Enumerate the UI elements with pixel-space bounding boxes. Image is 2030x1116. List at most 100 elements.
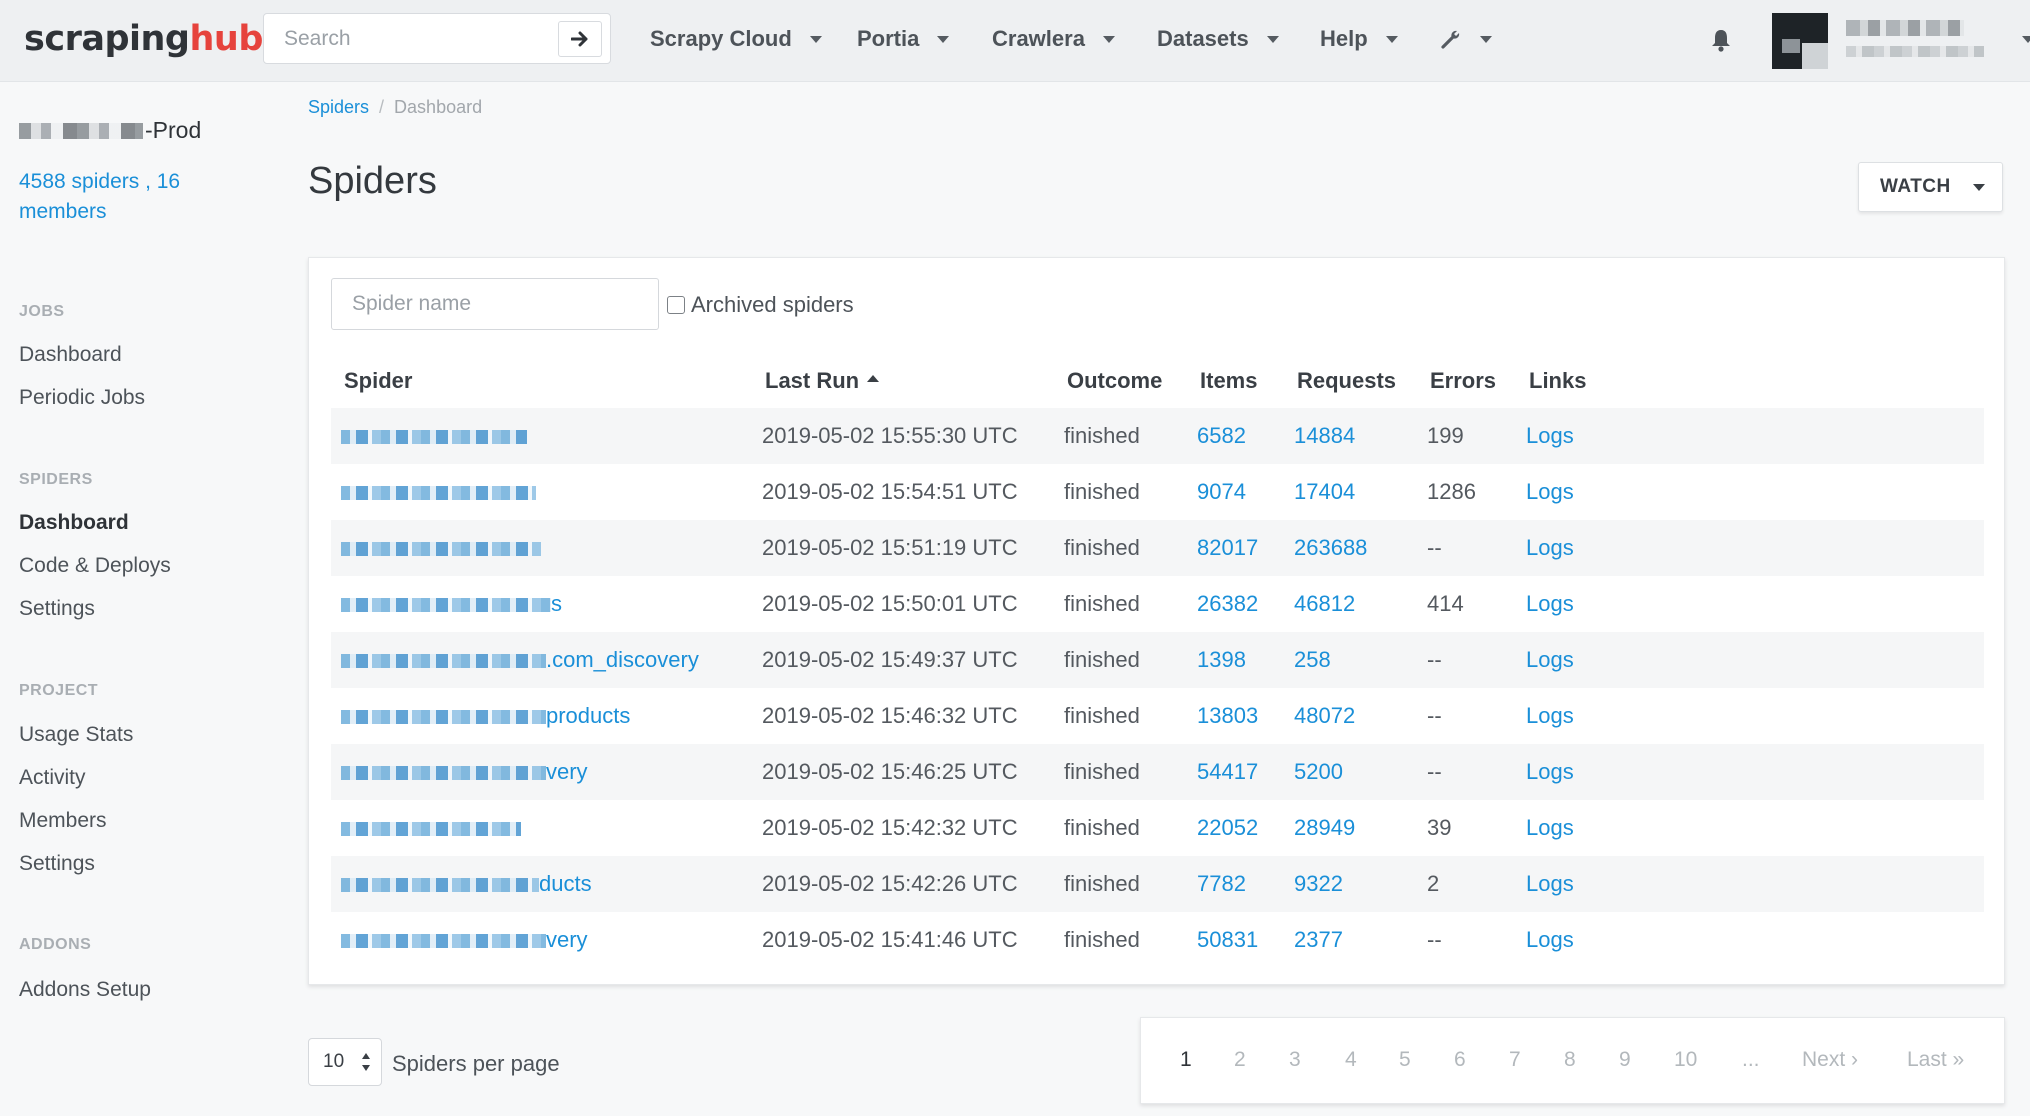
sidebar-item-jobs-dashboard[interactable]: Dashboard <box>19 343 122 367</box>
spider-name-link[interactable]: very <box>341 927 588 953</box>
items-link[interactable]: 9074 <box>1197 479 1246 505</box>
page-2[interactable]: 2 <box>1234 1048 1246 1072</box>
items-link[interactable]: 1398 <box>1197 647 1246 673</box>
errors-cell: 199 <box>1427 423 1464 448</box>
column-header-errors[interactable]: Errors <box>1430 368 1496 394</box>
page-8[interactable]: 8 <box>1564 1048 1576 1072</box>
archived-spiders-toggle[interactable]: Archived spiders <box>667 292 854 318</box>
logs-link[interactable]: Logs <box>1526 759 1574 785</box>
spider-name-filter-input[interactable] <box>331 278 659 330</box>
logs-link[interactable]: Logs <box>1526 535 1574 561</box>
sidebar-item-addons-setup[interactable]: Addons Setup <box>19 978 151 1002</box>
page-7[interactable]: 7 <box>1509 1048 1521 1072</box>
notifications-button[interactable] <box>1710 28 1732 57</box>
logs-link[interactable]: Logs <box>1526 479 1574 505</box>
nav-help[interactable]: Help <box>1320 26 1398 52</box>
items-link[interactable]: 50831 <box>1197 927 1258 953</box>
spider-name-redacted <box>341 878 539 893</box>
user-menu-caret-icon[interactable] <box>2022 36 2030 43</box>
spider-name-link[interactable]: s <box>341 591 562 617</box>
column-header-last-run[interactable]: Last Run <box>765 368 880 394</box>
watch-button[interactable]: WATCH <box>1858 162 2003 212</box>
logs-link[interactable]: Logs <box>1526 703 1574 729</box>
requests-link[interactable]: 9322 <box>1294 871 1343 897</box>
sidebar-item-usage-stats[interactable]: Usage Stats <box>19 723 133 747</box>
page-1[interactable]: 1 <box>1180 1048 1192 1072</box>
items-link[interactable]: 82017 <box>1197 535 1258 561</box>
org-summary-link[interactable]: 4588 spiders , 16 members <box>19 167 239 227</box>
spider-name-link[interactable]: products <box>341 703 630 729</box>
spider-name-link[interactable]: very <box>341 759 588 785</box>
sidebar-item-project-settings[interactable]: Settings <box>19 852 95 876</box>
logs-link[interactable]: Logs <box>1526 927 1574 953</box>
logs-link[interactable]: Logs <box>1526 871 1574 897</box>
sidebar-item-spiders-dashboard[interactable]: Dashboard <box>19 511 129 535</box>
page-6[interactable]: 6 <box>1454 1048 1466 1072</box>
column-header-outcome[interactable]: Outcome <box>1067 368 1162 394</box>
logs-link[interactable]: Logs <box>1526 815 1574 841</box>
items-link[interactable]: 7782 <box>1197 871 1246 897</box>
requests-link[interactable]: 2377 <box>1294 927 1343 953</box>
last-page-link[interactable]: Last » <box>1907 1048 1964 1072</box>
items-link[interactable]: 22052 <box>1197 815 1258 841</box>
page-9[interactable]: 9 <box>1619 1048 1631 1072</box>
column-header-items[interactable]: Items <box>1200 368 1257 394</box>
sidebar-item-code-deploys[interactable]: Code & Deploys <box>19 554 171 578</box>
sidebar-heading-spiders: SPIDERS <box>19 471 93 488</box>
search-submit-button[interactable] <box>558 21 602 57</box>
page-10[interactable]: 10 <box>1674 1048 1697 1072</box>
requests-link[interactable]: 14884 <box>1294 423 1355 449</box>
nav-datasets[interactable]: Datasets <box>1157 26 1279 52</box>
logs-link[interactable]: Logs <box>1526 591 1574 617</box>
requests-link[interactable]: 258 <box>1294 647 1331 673</box>
requests-link[interactable]: 46812 <box>1294 591 1355 617</box>
outcome-cell: finished <box>1064 647 1140 672</box>
sidebar-item-activity[interactable]: Activity <box>19 766 86 790</box>
sort-ascending-icon <box>867 375 880 382</box>
requests-link[interactable]: 5200 <box>1294 759 1343 785</box>
archived-spiders-label: Archived spiders <box>691 292 854 317</box>
requests-link[interactable]: 48072 <box>1294 703 1355 729</box>
sidebar-item-members[interactable]: Members <box>19 809 107 833</box>
sidebar-item-periodic-jobs[interactable]: Periodic Jobs <box>19 386 145 410</box>
bell-icon <box>1712 30 1730 52</box>
spider-name-link[interactable] <box>341 423 527 449</box>
items-link[interactable]: 26382 <box>1197 591 1258 617</box>
column-header-label: Last Run <box>765 368 860 393</box>
logs-link[interactable]: Logs <box>1526 423 1574 449</box>
spider-name-link[interactable]: ducts <box>341 871 592 897</box>
caret-down-icon <box>1972 183 1985 191</box>
scrapinghub-logo[interactable]: scrapinghub <box>24 19 263 59</box>
wrench-icon <box>1441 30 1460 49</box>
nav-scrapy-cloud[interactable]: Scrapy Cloud <box>650 26 822 52</box>
user-avatar[interactable] <box>1772 13 1828 69</box>
nav-portia[interactable]: Portia <box>857 26 950 52</box>
page-4[interactable]: 4 <box>1345 1048 1357 1072</box>
items-link[interactable]: 6582 <box>1197 423 1246 449</box>
items-link[interactable]: 13803 <box>1197 703 1258 729</box>
caret-down-icon <box>809 35 822 43</box>
sidebar-item-spider-settings[interactable]: Settings <box>19 597 95 621</box>
spider-name-link[interactable] <box>341 535 541 561</box>
per-page-select[interactable]: 10 <box>308 1038 382 1086</box>
spider-name-link[interactable] <box>341 479 536 505</box>
next-page-link[interactable]: Next › <box>1802 1048 1858 1072</box>
column-header-requests[interactable]: Requests <box>1297 368 1396 394</box>
spider-name-link[interactable] <box>341 815 521 841</box>
requests-link[interactable]: 28949 <box>1294 815 1355 841</box>
page-5[interactable]: 5 <box>1399 1048 1411 1072</box>
per-page-label: Spiders per page <box>392 1051 560 1076</box>
page-3[interactable]: 3 <box>1289 1048 1301 1072</box>
logs-link[interactable]: Logs <box>1526 647 1574 673</box>
items-link[interactable]: 54417 <box>1197 759 1258 785</box>
column-header-spider[interactable]: Spider <box>344 368 412 394</box>
nav-tools[interactable] <box>1440 28 1492 50</box>
logo-text-part2: hub <box>189 19 263 59</box>
nav-crawlera[interactable]: Crawlera <box>992 26 1115 52</box>
spider-name-link[interactable]: .com_discovery <box>341 647 699 673</box>
requests-link[interactable]: 17404 <box>1294 479 1355 505</box>
search-input[interactable] <box>264 14 556 63</box>
breadcrumb-spiders-link[interactable]: Spiders <box>308 97 369 117</box>
requests-link[interactable]: 263688 <box>1294 535 1367 561</box>
archived-spiders-checkbox[interactable] <box>667 296 685 314</box>
